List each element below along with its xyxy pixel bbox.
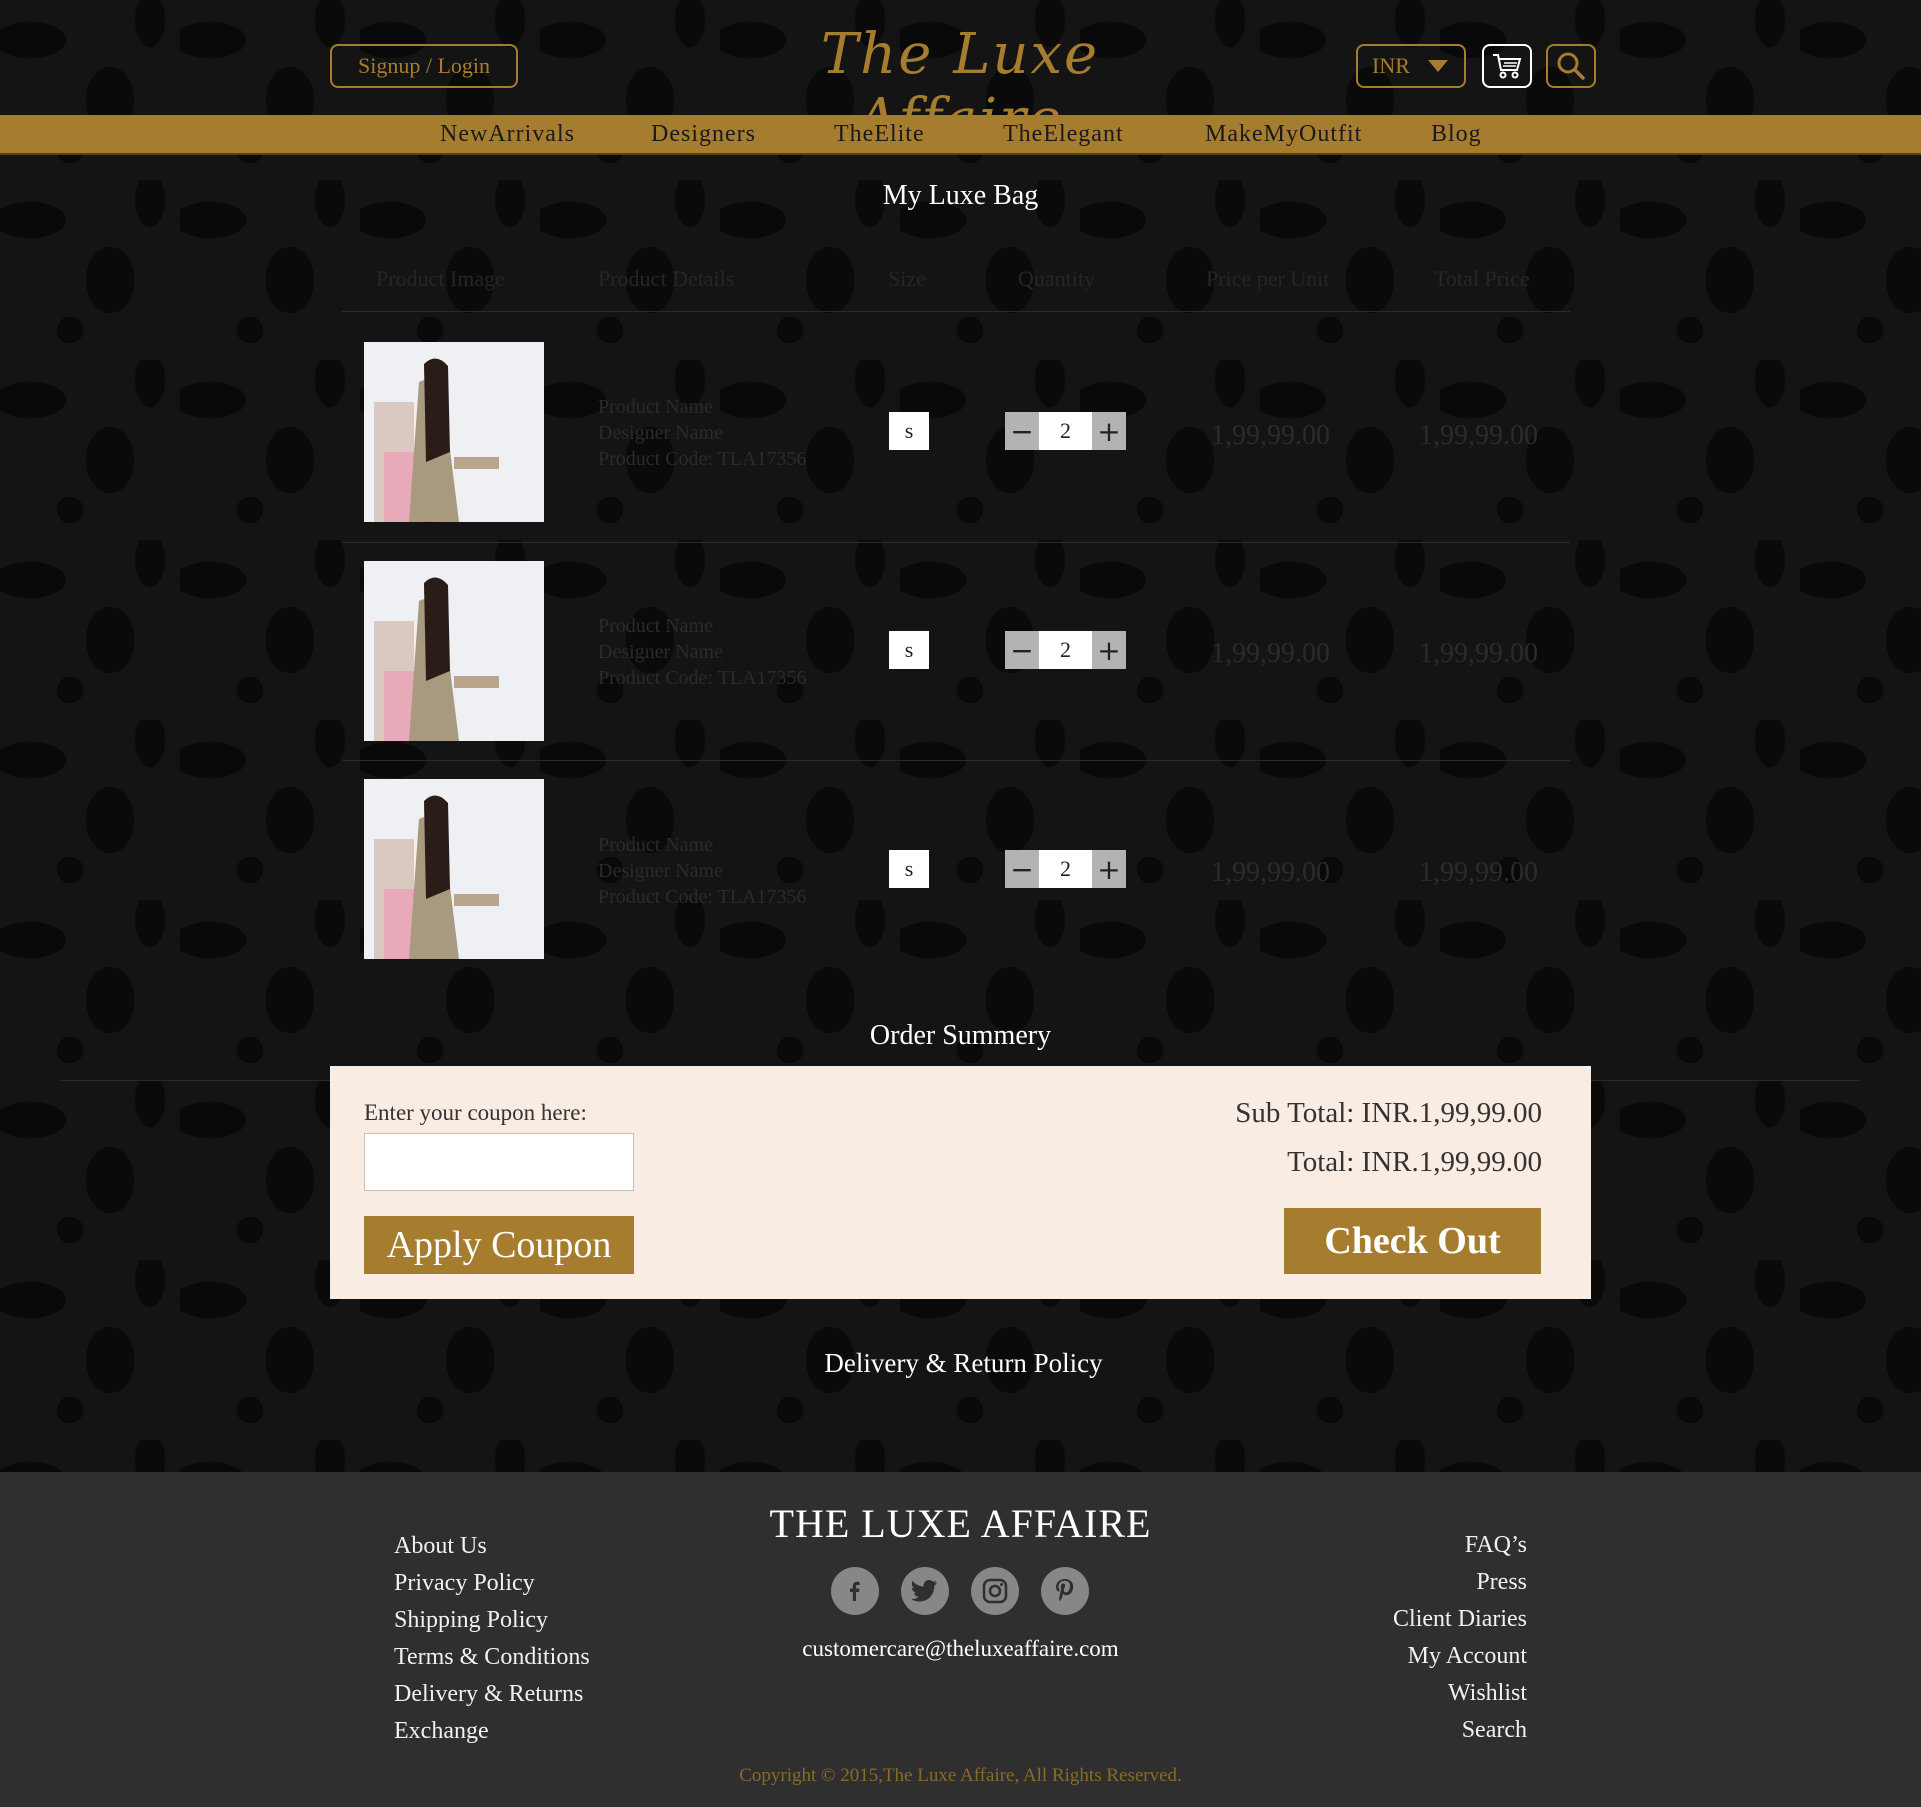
product-photo — [364, 342, 544, 522]
footer-link-wishlist[interactable]: Wishlist — [1448, 1680, 1527, 1707]
designer-name: Designer Name — [598, 641, 723, 663]
currency-select[interactable]: INR — [1356, 44, 1466, 88]
search-icon — [1557, 52, 1585, 80]
row-divider — [342, 311, 1570, 312]
column-header: Product Details — [598, 266, 735, 291]
quantity-value[interactable]: 2 — [1039, 412, 1092, 450]
product-name[interactable]: Product Name — [598, 613, 807, 639]
product-image[interactable] — [364, 342, 544, 522]
page-title: My Luxe Bag — [882, 180, 1039, 211]
designer-name: Designer Name — [598, 422, 723, 444]
apply-coupon-button[interactable]: Apply Coupon — [364, 1216, 634, 1274]
nav-make-my-outfit[interactable]: MakeMyOutfit — [1205, 121, 1362, 148]
product-photo — [364, 779, 544, 959]
facebook-icon[interactable] — [831, 1567, 879, 1615]
nav-designers[interactable]: Designers — [651, 121, 756, 148]
quantity-value[interactable]: 2 — [1039, 850, 1092, 888]
unit-price: 1,99,99.00 — [1211, 638, 1330, 669]
quantity-stepper: − 2 + — [1005, 631, 1126, 669]
product-name[interactable]: Product Name — [598, 394, 807, 420]
size-value: s — [889, 850, 929, 888]
currency-value: INR — [1372, 53, 1410, 78]
footer-link-delivery-returns[interactable]: Delivery & Returns — [394, 1681, 583, 1708]
product-details: Product Name Designer Name Product Code:… — [598, 832, 807, 910]
product-image[interactable] — [364, 561, 544, 741]
quantity-stepper: − 2 + — [1005, 412, 1126, 450]
chevron-down-icon — [1427, 60, 1448, 72]
instagram-icon[interactable] — [971, 1567, 1019, 1615]
total-price: 1,99,99.00 — [1419, 857, 1538, 888]
footer-link-privacy-policy[interactable]: Privacy Policy — [394, 1570, 535, 1597]
site-logo[interactable]: The Luxe Affaire — [760, 22, 1160, 152]
product-code: Product Code: TLA17356 — [598, 448, 807, 470]
designer-name: Designer Name — [598, 860, 723, 882]
customer-care-email[interactable]: customercare@theluxeaffaire.com — [0, 1636, 1921, 1662]
checkout-button[interactable]: Check Out — [1284, 1208, 1541, 1274]
quantity-increase-button[interactable]: + — [1092, 850, 1126, 888]
size-value: s — [889, 412, 929, 450]
quantity-decrease-button[interactable]: − — [1005, 631, 1039, 669]
column-header: Size — [888, 266, 926, 291]
quantity-increase-button[interactable]: + — [1092, 631, 1126, 669]
cart-icon — [1493, 54, 1522, 79]
nav-blog[interactable]: Blog — [1431, 121, 1482, 148]
delivery-return-policy-link[interactable]: Delivery & Return Policy — [0, 1348, 1921, 1379]
quantity-stepper: − 2 + — [1005, 850, 1126, 888]
row-divider — [342, 760, 1570, 761]
product-image[interactable] — [364, 779, 544, 959]
footer-brand: THE LUXE AFFAIRE — [769, 1501, 1152, 1546]
column-header: Quantity — [1018, 266, 1095, 291]
twitter-icon[interactable] — [901, 1567, 949, 1615]
signup-login-button[interactable]: Signup / Login — [330, 44, 518, 88]
product-details: Product Name Designer Name Product Code:… — [598, 394, 807, 472]
coupon-input[interactable] — [364, 1133, 634, 1191]
footer-link-client-diaries[interactable]: Client Diaries — [1393, 1606, 1527, 1633]
order-summary-title: Order Summery — [869, 1020, 1052, 1051]
size-value: s — [889, 631, 929, 669]
footer-link-shipping-policy[interactable]: Shipping Policy — [394, 1607, 548, 1634]
product-details: Product Name Designer Name Product Code:… — [598, 613, 807, 691]
cart-button[interactable] — [1482, 44, 1532, 88]
footer-link-search[interactable]: Search — [1462, 1717, 1527, 1744]
unit-price: 1,99,99.00 — [1211, 857, 1330, 888]
total-price: 1,99,99.00 — [1419, 638, 1538, 669]
subtotal: Sub Total: INR.1,99,99.00 — [1235, 1097, 1542, 1129]
copyright: Copyright © 2015,The Luxe Affaire, All R… — [739, 1765, 1182, 1786]
nav-new-arrivals[interactable]: NewArrivals — [440, 121, 575, 148]
quantity-increase-button[interactable]: + — [1092, 412, 1126, 450]
unit-price: 1,99,99.00 — [1211, 420, 1330, 451]
nav-the-elegant[interactable]: TheElegant — [1003, 121, 1124, 148]
footer-link-press[interactable]: Press — [1476, 1569, 1527, 1596]
quantity-decrease-button[interactable]: − — [1005, 850, 1039, 888]
product-code: Product Code: TLA17356 — [598, 667, 807, 689]
product-name[interactable]: Product Name — [598, 832, 807, 858]
product-code: Product Code: TLA17356 — [598, 886, 807, 908]
total: Total: INR.1,99,99.00 — [1287, 1146, 1542, 1178]
search-button[interactable] — [1546, 44, 1596, 88]
footer-link-exchange[interactable]: Exchange — [394, 1718, 489, 1745]
quantity-decrease-button[interactable]: − — [1005, 412, 1039, 450]
product-photo — [364, 561, 544, 741]
row-divider — [342, 542, 1570, 543]
column-header: Product Image — [376, 266, 505, 291]
nav-the-elite[interactable]: TheElite — [834, 121, 925, 148]
column-header: Price per Unit — [1206, 266, 1330, 291]
coupon-label: Enter your coupon here: — [364, 1100, 587, 1125]
quantity-value[interactable]: 2 — [1039, 631, 1092, 669]
column-header: Total Price — [1434, 266, 1530, 291]
main-nav: NewArrivals Designers TheElite TheElegan… — [0, 115, 1921, 155]
pinterest-icon[interactable] — [1041, 1567, 1089, 1615]
total-price: 1,99,99.00 — [1419, 420, 1538, 451]
